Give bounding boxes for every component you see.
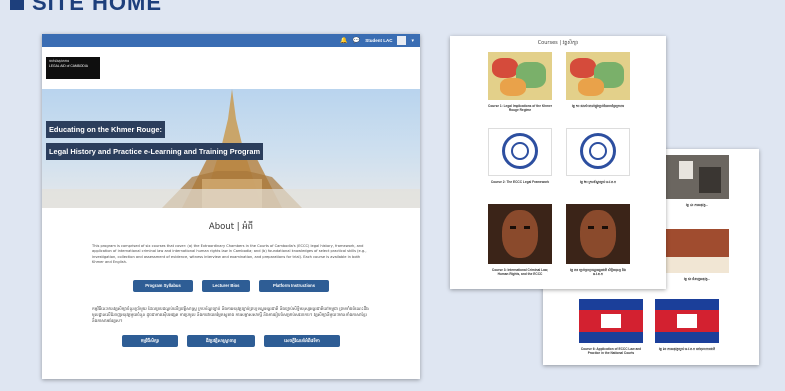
face-sculpture-image-2 [566, 204, 630, 264]
course-3-caption: Course 3: International Criminal Law, Hu… [491, 268, 549, 277]
course-tile-6-khmer[interactable]: វគ្គ ៦៖ ការអនុវត្តច្បាប់ អ.វ.ត.ក នៅតុលាក… [655, 299, 719, 351]
eccc-seal-image-2 [566, 128, 630, 176]
about-heading: About | អំពី [208, 222, 254, 232]
course-tile-5[interactable]: វគ្គ ៥៖ ជំនាញអនុវត្ត... [665, 229, 729, 281]
khmer-syllabus-button[interactable]: កម្មវិធីសិក្សា [122, 334, 178, 347]
chevron-down-icon[interactable]: ▾ [411, 38, 414, 44]
course-4-image [665, 155, 729, 199]
platform-instructions-button[interactable]: Platform Instructions [259, 279, 329, 292]
cambodia-flag-image [579, 299, 643, 343]
user-name[interactable]: Student LAC [365, 38, 392, 43]
course-2-khmer-caption: វគ្គ ២៖ ក្របខ័ណ្ឌច្បាប់ អ.វ.ត.ក [579, 180, 617, 184]
hero-title-line-2: Legal History and Practice e-Learning an… [46, 143, 264, 160]
courses-window: Courses | វគ្គសិក្សា Course 1: Legal Imp… [450, 36, 666, 289]
logo-row: ទាក់ទងតុលាការ LEGAL AID of CAMBODIA [42, 47, 420, 89]
slide-title-text: SITE HOME [32, 0, 163, 15]
slide-title: SITE HOME [0, 0, 163, 15]
logo-line-2: LEGAL AID of CAMBODIA [49, 63, 88, 68]
lac-logo[interactable]: ទាក់ទងតុលាការ LEGAL AID of CAMBODIA [46, 57, 100, 79]
course-tile-1-khmer[interactable]: វគ្គ ១៖ ផលប៉ះពាល់ផ្លូវច្បាប់នៃរបបខ្មែរក្… [566, 52, 630, 108]
hero-banner: Educating on the Khmer Rouge: Legal Hist… [42, 89, 420, 208]
chat-icon[interactable]: 💬 [353, 37, 360, 44]
eccc-seal-image [488, 128, 552, 176]
course-tile-2-khmer[interactable]: វគ្គ ២៖ ក្របខ័ណ្ឌច្បាប់ អ.វ.ត.ក [566, 128, 630, 184]
course-1-khmer-caption: វគ្គ ១៖ ផលប៉ះពាល់ផ្លូវច្បាប់នៃរបបខ្មែរក្… [571, 104, 625, 108]
course-tile-3[interactable]: Course 3: International Criminal Law, Hu… [488, 204, 552, 276]
course-tile-1[interactable]: Course 1: Legal Implications of the Khme… [488, 52, 552, 112]
course-tile-2[interactable]: Course 2: The ECCC Legal Framework [488, 128, 552, 184]
map-image-2 [566, 52, 630, 100]
course-5-image [665, 229, 729, 273]
courses-heading: Courses | វគ្គសិក្សា [537, 40, 579, 46]
cambodia-flag-image-2 [655, 299, 719, 343]
course-4-caption: វគ្គ ៤៖ ការអនុវត្ត... [685, 203, 709, 207]
course-6-khmer-caption: វគ្គ ៦៖ ការអនុវត្តច្បាប់ អ.វ.ត.ក នៅតុលាក… [658, 347, 716, 351]
course-1-caption: Course 1: Legal Implications of the Khme… [488, 104, 552, 113]
about-text-english: This program is comprised of six courses… [92, 244, 367, 265]
about-text-khmer: កម្មវិធីនេះមានវគ្គសិក្សាចំនួនប្រាំមួយ ដែ… [92, 305, 369, 324]
course-5-caption: វគ្គ ៥៖ ជំនាញអនុវត្ត... [683, 277, 711, 281]
avatar[interactable] [397, 36, 407, 45]
hero-title-line-1: Educating on the Khmer Rouge: [46, 121, 165, 138]
program-syllabus-button[interactable]: Program Syllabus [133, 279, 193, 292]
site-home-window: 🔔 💬 Student LAC ▾ ទាក់ទងតុលាការ LEGAL AI… [42, 34, 420, 379]
khmer-platform-instructions-button[interactable]: សេចក្តីណែនាំអំពីវេទិកា [264, 334, 340, 347]
course-tile-4[interactable]: វគ្គ ៤៖ ការអនុវត្ត... [665, 155, 729, 207]
bell-icon[interactable]: 🔔 [340, 37, 347, 44]
english-button-row: Program Syllabus Lecturer Bios Platform … [42, 279, 420, 292]
khmer-button-row: កម្មវិធីសិក្សា ជីវប្រវត្តិសាស្ត្រាចារ្យ … [42, 334, 420, 347]
map-image [488, 52, 552, 100]
title-square-icon [10, 0, 24, 10]
lecturer-bios-button[interactable]: Lecturer Bios [202, 279, 250, 292]
top-navbar: 🔔 💬 Student LAC ▾ [42, 34, 420, 47]
course-6-caption: Course 6: Application of ECCC Law and Pr… [580, 347, 642, 356]
face-sculpture-image [488, 204, 552, 264]
course-tile-3-khmer[interactable]: វគ្គ ៣៖ ច្បាប់ព្រហ្មទណ្ឌអន្តរជាតិ សិទ្ធិ… [566, 204, 630, 276]
course-3-khmer-caption: វគ្គ ៣៖ ច្បាប់ព្រហ្មទណ្ឌអន្តរជាតិ សិទ្ធិ… [570, 268, 626, 277]
course-tile-6[interactable]: Course 6: Application of ECCC Law and Pr… [579, 299, 643, 355]
course-2-caption: Course 2: The ECCC Legal Framework [490, 180, 550, 184]
khmer-lecturer-bios-button[interactable]: ជីវប្រវត្តិសាស្ត្រាចារ្យ [187, 334, 255, 347]
